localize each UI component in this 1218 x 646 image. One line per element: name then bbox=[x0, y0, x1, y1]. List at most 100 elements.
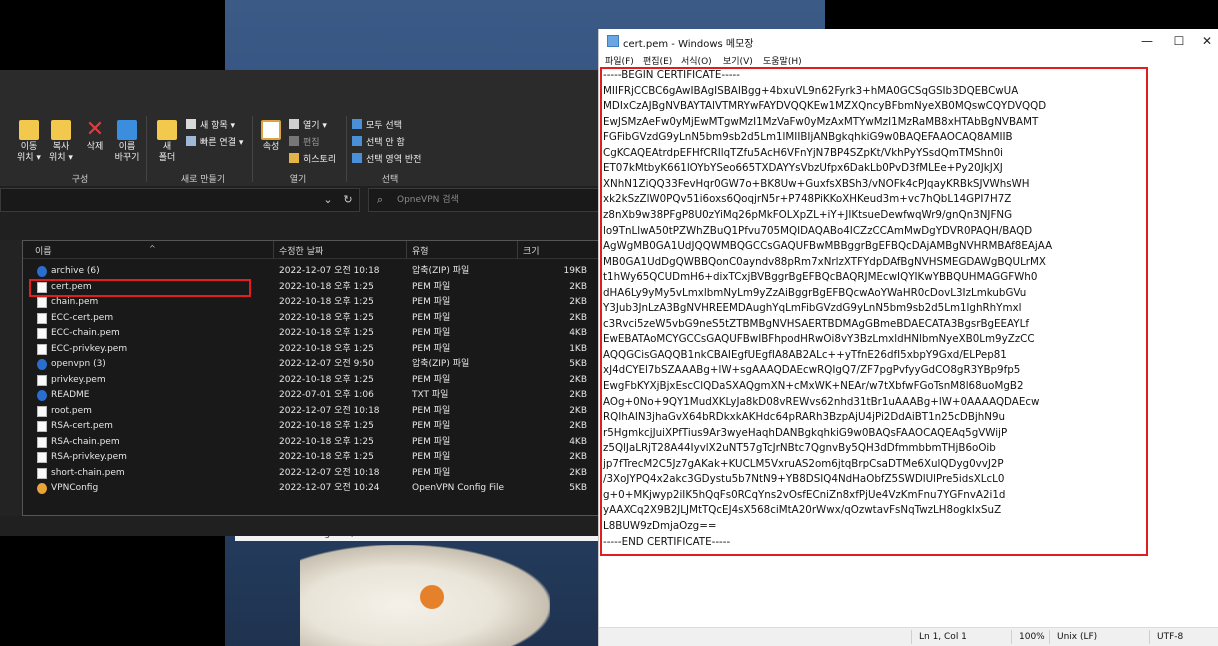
file-row[interactable]: README 2022-07-01 오후 1:06 TXT 파일 2KB bbox=[23, 388, 599, 404]
search-input[interactable]: ⌕ OpneVPN 검색 bbox=[368, 188, 600, 212]
easy-access-label: 빠른 연결 ▾ bbox=[200, 138, 244, 148]
new-item-button[interactable]: 새 항목 ▾ bbox=[186, 118, 235, 131]
file-row[interactable]: RSA-chain.pem 2022-10-18 오후 1:25 PEM 파일 4KB bbox=[23, 435, 599, 451]
easy-access-button[interactable]: 빠른 연결 ▾ bbox=[186, 135, 243, 148]
history-button[interactable]: 히스토리 bbox=[289, 152, 336, 165]
notepad-text-area[interactable]: -----BEGIN CERTIFICATE----- MIIFRjCCBC6gA… bbox=[599, 67, 1218, 627]
file-name: README bbox=[51, 390, 90, 400]
file-row[interactable]: VPNConfig 2022-12-07 오전 10:24 OpenVPN Conf… bbox=[23, 481, 599, 497]
menu-help[interactable]: 도움말(H) bbox=[763, 54, 802, 67]
file-type: 압축(ZIP) 파일 bbox=[412, 359, 470, 369]
delete-button[interactable]: ✕ 삭제 bbox=[78, 116, 112, 176]
file-type: PEM 파일 bbox=[412, 297, 451, 307]
file-name: ECC-chain.pem bbox=[51, 328, 120, 338]
file-row[interactable]: chain.pem 2022-10-18 오후 1:25 PEM 파일 2KB bbox=[23, 295, 599, 311]
file-icon bbox=[37, 405, 47, 417]
archive-file-icon bbox=[37, 266, 47, 277]
file-row[interactable]: ECC-privkey.pem 2022-10-18 오후 1:25 PEM 파일 1… bbox=[23, 342, 599, 358]
invert-selection-button[interactable]: 선택 영역 반전 bbox=[352, 152, 421, 165]
file-name: ECC-privkey.pem bbox=[51, 343, 128, 354]
status-divider bbox=[1049, 630, 1050, 644]
invert-selection-icon bbox=[352, 153, 362, 163]
close-icon[interactable]: ✕ bbox=[1195, 31, 1218, 51]
file-list[interactable]: ^ 이름 수정한 날짜 유형 크기 archive (6) 2022-12-07 … bbox=[22, 240, 600, 516]
file-row[interactable]: short-chain.pem 2022-12-07 오전 10:18 PEM 파일… bbox=[23, 466, 599, 482]
select-none-label: 선택 안 함 bbox=[366, 138, 405, 148]
notepad-title-bar[interactable]: cert.pem - Windows 메모장 — ☐ ✕ bbox=[599, 29, 1218, 53]
file-name: RSA-cert.pem bbox=[51, 421, 113, 431]
move-to-label: 이동 위치 ▾ bbox=[17, 142, 41, 163]
status-divider bbox=[911, 630, 912, 644]
copy-to-button[interactable]: 복사 위치 ▾ bbox=[44, 116, 78, 176]
file-explorer-window: 이동 위치 ▾ 복사 위치 ▾ ✕ 삭제 이름 바꾸기 구성 새 폴더 새 항목… bbox=[0, 70, 600, 536]
new-item-label: 새 항목 ▾ bbox=[200, 121, 236, 131]
menu-file[interactable]: 파일(F) bbox=[605, 54, 634, 67]
file-row[interactable]: archive (6) 2022-12-07 오전 10:18 압축(ZIP) 파일… bbox=[23, 264, 599, 280]
properties-label: 속성 bbox=[262, 142, 280, 152]
file-size: 2KB bbox=[569, 374, 587, 385]
column-divider[interactable] bbox=[406, 241, 407, 259]
select-all-button[interactable]: 모두 선택 bbox=[352, 118, 402, 131]
ribbon-divider bbox=[252, 116, 253, 182]
column-divider[interactable] bbox=[517, 241, 518, 259]
file-date: 2022-10-18 오후 1:25 bbox=[279, 452, 374, 462]
file-date: 2022-10-18 오후 1:25 bbox=[279, 297, 374, 307]
file-type: PEM 파일 bbox=[412, 405, 451, 416]
file-type: 압축(ZIP) 파일 bbox=[412, 266, 470, 276]
open-button[interactable]: 열기 ▾ bbox=[289, 118, 327, 131]
maximize-icon[interactable]: ☐ bbox=[1161, 31, 1197, 51]
file-row[interactable]: RSA-cert.pem 2022-10-18 오후 1:25 PEM 파일 2KB bbox=[23, 419, 599, 435]
move-to-button[interactable]: 이동 위치 ▾ bbox=[12, 116, 46, 176]
file-name: VPNConfig bbox=[51, 483, 99, 493]
column-date[interactable]: 수정한 날짜 bbox=[279, 244, 323, 257]
address-bar[interactable] bbox=[0, 188, 360, 212]
file-type: PEM 파일 bbox=[412, 312, 451, 323]
file-icon bbox=[37, 452, 47, 463]
file-size: 2KB bbox=[569, 421, 587, 431]
file-row[interactable]: ECC-chain.pem 2022-10-18 오후 1:25 PEM 파일 4KB bbox=[23, 326, 599, 342]
file-size: 2KB bbox=[569, 405, 587, 416]
file-row[interactable]: openvpn (3) 2022-12-07 오전 9:50 압축(ZIP) 파일 5… bbox=[23, 357, 599, 373]
column-divider[interactable] bbox=[273, 241, 274, 259]
refresh-icon[interactable]: ↻ bbox=[338, 188, 358, 212]
file-row[interactable]: RSA-privkey.pem 2022-10-18 오후 1:25 PEM 파일 2… bbox=[23, 450, 599, 466]
file-name: openvpn (3) bbox=[51, 359, 106, 369]
search-placeholder: OpneVPN 검색 bbox=[397, 195, 459, 205]
rename-button[interactable]: 이름 바꾸기 bbox=[110, 116, 144, 176]
line-ending: Unix (LF) bbox=[1057, 632, 1098, 642]
navigation-pane[interactable] bbox=[0, 240, 22, 516]
notepad-menu-bar: 파일(F) 편집(E) 서식(O) 보기(V) 도움말(H) bbox=[599, 53, 1218, 67]
file-icon bbox=[37, 421, 47, 432]
file-type: PEM 파일 bbox=[412, 374, 451, 385]
history-label: 히스토리 bbox=[303, 155, 337, 165]
zoom-level: 100% bbox=[1019, 632, 1045, 642]
easy-access-icon bbox=[186, 136, 196, 146]
edit-button[interactable]: 편집 bbox=[289, 135, 320, 148]
notepad-app-icon bbox=[607, 35, 619, 47]
cursor-position: Ln 1, Col 1 bbox=[919, 632, 967, 642]
file-date: 2022-10-18 오후 1:25 bbox=[279, 343, 374, 354]
file-row[interactable]: privkey.pem 2022-10-18 오후 1:25 PEM 파일 2KB bbox=[23, 373, 599, 389]
address-dropdown-icon[interactable]: ⌄ bbox=[318, 188, 338, 212]
file-row[interactable]: root.pem 2022-12-07 오전 10:18 PEM 파일 2KB bbox=[23, 404, 599, 420]
search-icon: ⌕ bbox=[377, 193, 384, 206]
archive-file-icon bbox=[37, 390, 47, 401]
column-size[interactable]: 크기 bbox=[523, 244, 540, 257]
column-name[interactable]: 이름 bbox=[35, 244, 52, 257]
menu-view[interactable]: 보기(V) bbox=[723, 54, 753, 67]
menu-edit[interactable]: 편집(E) bbox=[643, 54, 672, 67]
open-label: 열기 ▾ bbox=[303, 121, 327, 131]
file-icon bbox=[37, 436, 47, 448]
column-type[interactable]: 유형 bbox=[412, 244, 429, 257]
notepad-status-bar: Ln 1, Col 1 100% Unix (LF) UTF-8 bbox=[599, 627, 1218, 646]
file-date: 2022-12-07 오전 10:18 bbox=[279, 467, 380, 478]
copy-folder-icon bbox=[51, 120, 71, 140]
menu-format[interactable]: 서식(O) bbox=[681, 54, 712, 67]
file-row[interactable]: ECC-cert.pem 2022-10-18 오후 1:25 PEM 파일 2KB bbox=[23, 311, 599, 327]
properties-button[interactable]: 속성 bbox=[254, 116, 288, 176]
file-icon bbox=[37, 328, 47, 339]
select-none-button[interactable]: 선택 안 함 bbox=[352, 135, 405, 148]
minimize-icon[interactable]: — bbox=[1129, 31, 1165, 51]
group-select-label: 선택 bbox=[381, 175, 399, 185]
new-folder-button[interactable]: 새 폴더 bbox=[150, 116, 184, 176]
